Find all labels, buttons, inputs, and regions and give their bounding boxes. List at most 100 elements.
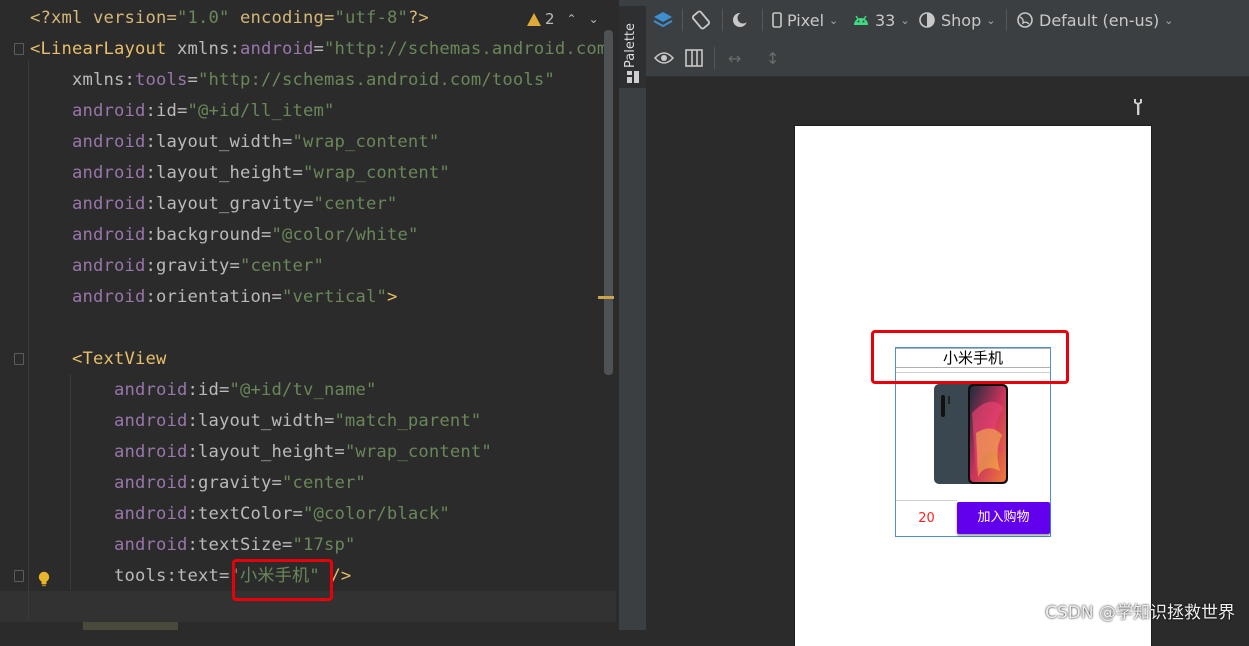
blueprint-toggle[interactable] (684, 40, 704, 76)
chevron-up-icon[interactable]: ⌃ (567, 12, 577, 26)
code-token: :textSize= (187, 535, 293, 555)
scrollbar-warning-marker[interactable] (598, 296, 614, 299)
code-line[interactable]: <TextView (30, 344, 166, 375)
code-line[interactable]: android:id="@+id/ll_item" (30, 96, 334, 127)
toolbar-separator (722, 9, 723, 31)
code-token: android (30, 442, 188, 462)
code-token: :layout_gravity= (145, 194, 314, 214)
palette-tab-label: Palette (623, 22, 638, 68)
chevron-down-icon[interactable]: ⌄ (589, 12, 599, 26)
code-line[interactable]: android:gravity="center" (30, 468, 366, 499)
code-line[interactable]: <LinearLayout xmlns:android="http://sche… (30, 34, 607, 65)
indent-guide (28, 60, 29, 620)
code-line[interactable]: android:gravity="center" (30, 251, 324, 282)
palette-tool-strip: Palette (618, 0, 647, 630)
toolbar-separator (682, 9, 683, 31)
code-token: :textColor= (187, 504, 303, 524)
device-name: Pixel (787, 10, 825, 30)
price-text[interactable]: 20 (896, 500, 957, 536)
horizontal-scrollbar[interactable] (83, 622, 178, 630)
code-token: android (30, 101, 146, 121)
theme-name: Shop (941, 10, 982, 30)
warning-icon (527, 12, 541, 26)
code-token: android (30, 132, 146, 152)
night-mode-button[interactable] (730, 0, 750, 40)
device-preview-screen: 小米手机 20 加入购物 (795, 126, 1151, 646)
wrench-icon[interactable] (1132, 98, 1144, 116)
code-line[interactable]: android:layout_height="wrap_content" (30, 437, 492, 468)
code-token: encoding= (229, 8, 335, 28)
android-icon (854, 15, 868, 25)
inspection-warnings[interactable]: 2 ⌃ ⌄ (527, 8, 599, 30)
csdn-watermark: CSDN @学知识拯救世界 (1045, 603, 1235, 623)
fold-marker-icon[interactable] (14, 570, 24, 582)
code-line[interactable]: android:textColor="@color/black" (30, 499, 450, 530)
code-line[interactable]: android:layout_height="wrap_content" (30, 158, 450, 189)
code-token: android (30, 163, 146, 183)
code-token: "1.0" (176, 8, 230, 28)
code-token: android (30, 473, 188, 493)
code-token: <?xml version= (30, 8, 177, 28)
xml-code-editor[interactable]: <?xml version="1.0" encoding="utf-8"?> <L… (0, 0, 618, 630)
code-token: "center" (281, 473, 366, 493)
code-token: "wrap_content" (292, 132, 440, 152)
device-selector[interactable]: Pixel ⌄ (772, 0, 838, 40)
code-token: xmlns: (176, 39, 240, 59)
code-line[interactable]: android:layout_width="wrap_content" (30, 127, 439, 158)
editor-scrollbar[interactable] (604, 30, 613, 375)
code-token: "@color/black" (302, 504, 450, 524)
theme-selector[interactable]: Shop ⌄ (918, 0, 995, 40)
code-token: android (30, 504, 188, 524)
vertical-resize-button[interactable]: ↕ (766, 40, 779, 76)
code-token: "vertical" (281, 287, 387, 307)
code-line[interactable]: android:layout_width="match_parent" (30, 406, 481, 437)
warning-count: 2 (545, 10, 555, 28)
code-line[interactable]: android:layout_gravity="center" (30, 189, 397, 220)
fold-marker-icon[interactable] (14, 353, 24, 365)
layout-design-pane: Pixel ⌄ 33 ⌄ Shop ⌄ Default (en-us) ⌄ ↔ … (646, 0, 1249, 646)
code-token: :layout_height= (187, 442, 345, 462)
palette-tab[interactable]: Palette (619, 6, 647, 88)
add-to-cart-button[interactable]: 加入购物 (957, 502, 1050, 534)
orientation-button[interactable] (690, 0, 712, 40)
code-token: "match_parent" (334, 411, 482, 431)
toolbar-separator (1006, 9, 1007, 31)
fold-marker-icon[interactable] (14, 43, 24, 55)
code-line[interactable]: android:orientation="vertical"> (30, 282, 397, 313)
code-token: > (386, 287, 398, 307)
night-mode-icon (733, 12, 749, 27)
code-token: android (30, 380, 188, 400)
code-token: :gravity= (187, 473, 282, 493)
code-token: :orientation= (145, 287, 282, 307)
code-token: "http://schemas.android.com/tools" (197, 70, 555, 90)
code-line[interactable]: xmlns:tools="http://schemas.android.com/… (30, 65, 555, 96)
lightbulb-icon[interactable] (37, 571, 51, 587)
code-token: ?> (407, 8, 429, 28)
eye-icon (654, 52, 675, 64)
code-token: android (30, 194, 146, 214)
code-line[interactable]: android:id="@+id/tv_name" (30, 375, 376, 406)
code-token: tools (134, 70, 188, 90)
code-line[interactable]: android:textSize="17sp" (30, 530, 355, 561)
code-line[interactable]: android:background="@color/white" (30, 220, 418, 251)
product-image[interactable] (896, 372, 1050, 501)
design-toolbar-top: Pixel ⌄ 33 ⌄ Shop ⌄ Default (en-us) ⌄ (646, 0, 1249, 40)
phone-icon (772, 12, 782, 28)
code-line[interactable]: <?xml version="1.0" encoding="utf-8"?> (30, 3, 429, 34)
api-level-selector[interactable]: 33 ⌄ (852, 0, 910, 40)
code-token: "wrap_content" (344, 442, 492, 462)
locale-selector[interactable]: Default (en-us) ⌄ (1016, 0, 1173, 40)
chevron-down-icon: ⌄ (1164, 13, 1174, 27)
code-token: :layout_width= (145, 132, 293, 152)
code-token: "wrap_content" (302, 163, 450, 183)
code-token: "@+id/ll_item" (187, 101, 335, 121)
view-options-button[interactable] (654, 40, 676, 76)
toolbar-separator (762, 9, 763, 31)
globe-icon (1017, 12, 1033, 28)
layers-icon (653, 12, 673, 28)
code-token: android (30, 535, 188, 555)
design-toolbar-bottom: ↔ ↕ (646, 40, 1249, 77)
code-token: tools:text= (30, 566, 230, 586)
horizontal-resize-button[interactable]: ↔ (728, 40, 741, 76)
design-surface-button[interactable] (652, 0, 674, 40)
